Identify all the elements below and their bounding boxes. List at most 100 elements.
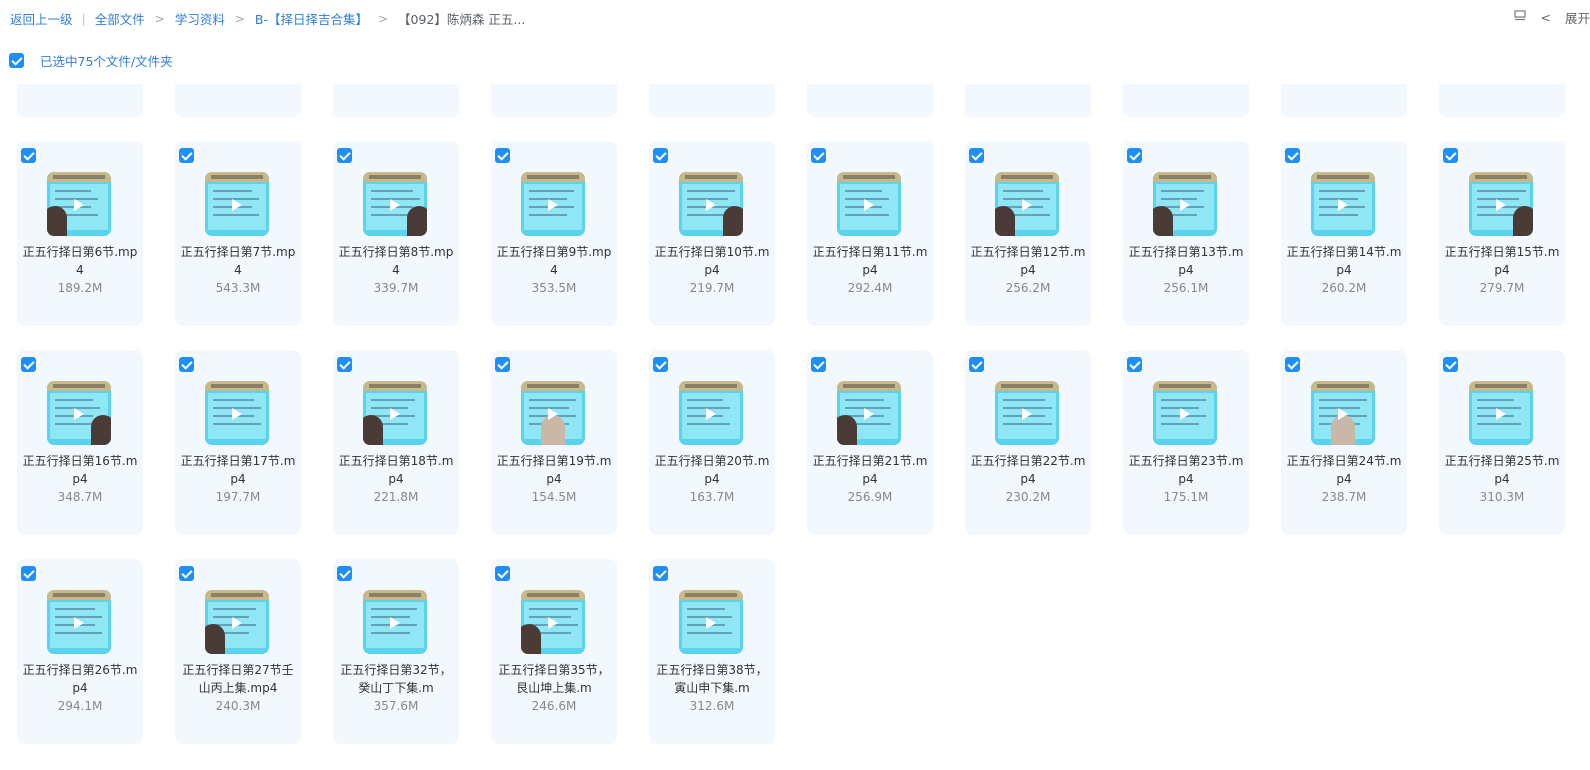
- video-thumbnail[interactable]: [1311, 381, 1375, 445]
- file-card[interactable]: 正五行择日第19节.mp4 154.5M: [491, 350, 617, 535]
- video-thumbnail[interactable]: [1469, 381, 1533, 445]
- file-checkbox[interactable]: [653, 566, 668, 581]
- file-card[interactable]: 正五行择日第22节.mp4 230.2M: [965, 350, 1091, 535]
- file-checkbox[interactable]: [179, 566, 194, 581]
- file-card[interactable]: 正五行择日第21节.mp4 256.9M: [807, 350, 933, 535]
- video-thumbnail[interactable]: [363, 381, 427, 445]
- file-checkbox[interactable]: [21, 357, 36, 372]
- file-card[interactable]: 正五行择日第14节.mp4 260.2M: [1281, 141, 1407, 326]
- video-thumbnail[interactable]: [837, 381, 901, 445]
- video-thumbnail[interactable]: [1153, 381, 1217, 445]
- file-checkbox[interactable]: [1285, 357, 1300, 372]
- file-card-partial[interactable]: [1123, 84, 1249, 117]
- file-card-partial[interactable]: [1439, 84, 1565, 117]
- file-size: 238.7M: [1321, 490, 1367, 504]
- file-checkbox[interactable]: [811, 357, 826, 372]
- select-all-checkbox[interactable]: [9, 53, 24, 68]
- video-thumbnail[interactable]: [1311, 172, 1375, 236]
- file-card[interactable]: 正五行择日第17节.mp4 197.7M: [175, 350, 301, 535]
- video-thumbnail[interactable]: [995, 381, 1059, 445]
- file-card[interactable]: 正五行择日第15节.mp4 279.7M: [1439, 141, 1565, 326]
- video-thumbnail[interactable]: [205, 590, 269, 654]
- back-link[interactable]: 返回上一级: [10, 9, 73, 28]
- file-checkbox[interactable]: [495, 148, 510, 163]
- file-card-partial[interactable]: [1281, 84, 1407, 117]
- breadcrumb-all-files[interactable]: 全部文件: [95, 9, 145, 28]
- file-card[interactable]: 正五行择日第11节.mp4 292.4M: [807, 141, 933, 326]
- file-checkbox[interactable]: [653, 148, 668, 163]
- file-card[interactable]: 正五行择日第9节.mp4 353.5M: [491, 141, 617, 326]
- video-thumbnail[interactable]: [1153, 172, 1217, 236]
- file-card[interactable]: 正五行择日第12节.mp4 256.2M: [965, 141, 1091, 326]
- file-card[interactable]: 正五行择日第6节.mp4 189.2M: [17, 141, 143, 326]
- file-card[interactable]: 正五行择日第7节.mp4 543.3M: [175, 141, 301, 326]
- video-thumbnail[interactable]: [47, 172, 111, 236]
- file-card[interactable]: 正五行择日第32节，癸山丁下集.m 357.6M: [333, 559, 459, 744]
- video-thumbnail[interactable]: [205, 172, 269, 236]
- file-checkbox[interactable]: [179, 357, 194, 372]
- video-thumbnail[interactable]: [837, 172, 901, 236]
- video-thumbnail[interactable]: [679, 172, 743, 236]
- file-card-partial[interactable]: [175, 84, 301, 117]
- file-card[interactable]: 正五行择日第13节.mp4 256.1M: [1123, 141, 1249, 326]
- file-checkbox[interactable]: [495, 566, 510, 581]
- video-thumbnail[interactable]: [205, 381, 269, 445]
- file-checkbox[interactable]: [969, 357, 984, 372]
- video-thumbnail[interactable]: [521, 590, 585, 654]
- file-checkbox[interactable]: [179, 148, 194, 163]
- file-checkbox[interactable]: [1285, 148, 1300, 163]
- file-card[interactable]: 正五行择日第24节.mp4 238.7M: [1281, 350, 1407, 535]
- video-thumbnail[interactable]: [47, 590, 111, 654]
- file-card-partial[interactable]: [965, 84, 1091, 117]
- file-size: 543.3M: [215, 281, 261, 295]
- file-checkbox[interactable]: [21, 566, 36, 581]
- file-checkbox[interactable]: [811, 148, 826, 163]
- file-name: 正五行择日第22节.mp4: [970, 454, 1086, 486]
- video-thumbnail[interactable]: [679, 381, 743, 445]
- file-size: 189.2M: [57, 281, 103, 295]
- file-card[interactable]: 正五行择日第38节，寅山申下集.m 312.6M: [649, 559, 775, 744]
- breadcrumb-folder-b[interactable]: B-【择日择吉合集】: [255, 9, 368, 28]
- file-card[interactable]: 正五行择日第23节.mp4 175.1M: [1123, 350, 1249, 535]
- file-card[interactable]: 正五行择日第18节.mp4 221.8M: [333, 350, 459, 535]
- file-checkbox[interactable]: [337, 357, 352, 372]
- video-thumbnail[interactable]: [995, 172, 1059, 236]
- file-card[interactable]: 正五行择日第20节.mp4 163.7M: [649, 350, 775, 535]
- file-card-partial[interactable]: [333, 84, 459, 117]
- video-thumbnail[interactable]: [363, 172, 427, 236]
- video-thumbnail[interactable]: [363, 590, 427, 654]
- file-checkbox[interactable]: [495, 357, 510, 372]
- file-card[interactable]: 正五行择日第27节壬山丙上集.mp4 240.3M: [175, 559, 301, 744]
- chevron-left-icon[interactable]: <: [1541, 10, 1551, 25]
- file-card[interactable]: 正五行择日第25节.mp4 310.3M: [1439, 350, 1565, 535]
- file-checkbox[interactable]: [1127, 148, 1142, 163]
- file-card-partial[interactable]: [649, 84, 775, 117]
- file-checkbox[interactable]: [21, 148, 36, 163]
- file-card[interactable]: 正五行择日第10节.mp4 219.7M: [649, 141, 775, 326]
- file-checkbox[interactable]: [337, 566, 352, 581]
- video-thumbnail[interactable]: [521, 381, 585, 445]
- file-checkbox[interactable]: [653, 357, 668, 372]
- video-thumbnail[interactable]: [47, 381, 111, 445]
- file-card[interactable]: 正五行择日第35节，艮山坤上集.m 246.6M: [491, 559, 617, 744]
- file-checkbox[interactable]: [1127, 357, 1142, 372]
- file-size: 348.7M: [57, 490, 103, 504]
- file-card[interactable]: 正五行择日第26节.mp4 294.1M: [17, 559, 143, 744]
- play-icon: [548, 617, 558, 629]
- list-view-icon[interactable]: [1513, 9, 1527, 26]
- file-card-partial[interactable]: [491, 84, 617, 117]
- breadcrumb-study[interactable]: 学习资料: [175, 9, 225, 28]
- file-checkbox[interactable]: [337, 148, 352, 163]
- file-card-partial[interactable]: [17, 84, 143, 117]
- file-card[interactable]: 正五行择日第16节.mp4 348.7M: [17, 350, 143, 535]
- video-thumbnail[interactable]: [1469, 172, 1533, 236]
- file-card-partial[interactable]: [807, 84, 933, 117]
- file-name: 正五行择日第6节.mp4: [22, 245, 138, 277]
- expand-button[interactable]: 展开: [1565, 8, 1590, 27]
- file-checkbox[interactable]: [969, 148, 984, 163]
- video-thumbnail[interactable]: [521, 172, 585, 236]
- file-checkbox[interactable]: [1443, 357, 1458, 372]
- video-thumbnail[interactable]: [679, 590, 743, 654]
- file-checkbox[interactable]: [1443, 148, 1458, 163]
- file-card[interactable]: 正五行择日第8节.mp4 339.7M: [333, 141, 459, 326]
